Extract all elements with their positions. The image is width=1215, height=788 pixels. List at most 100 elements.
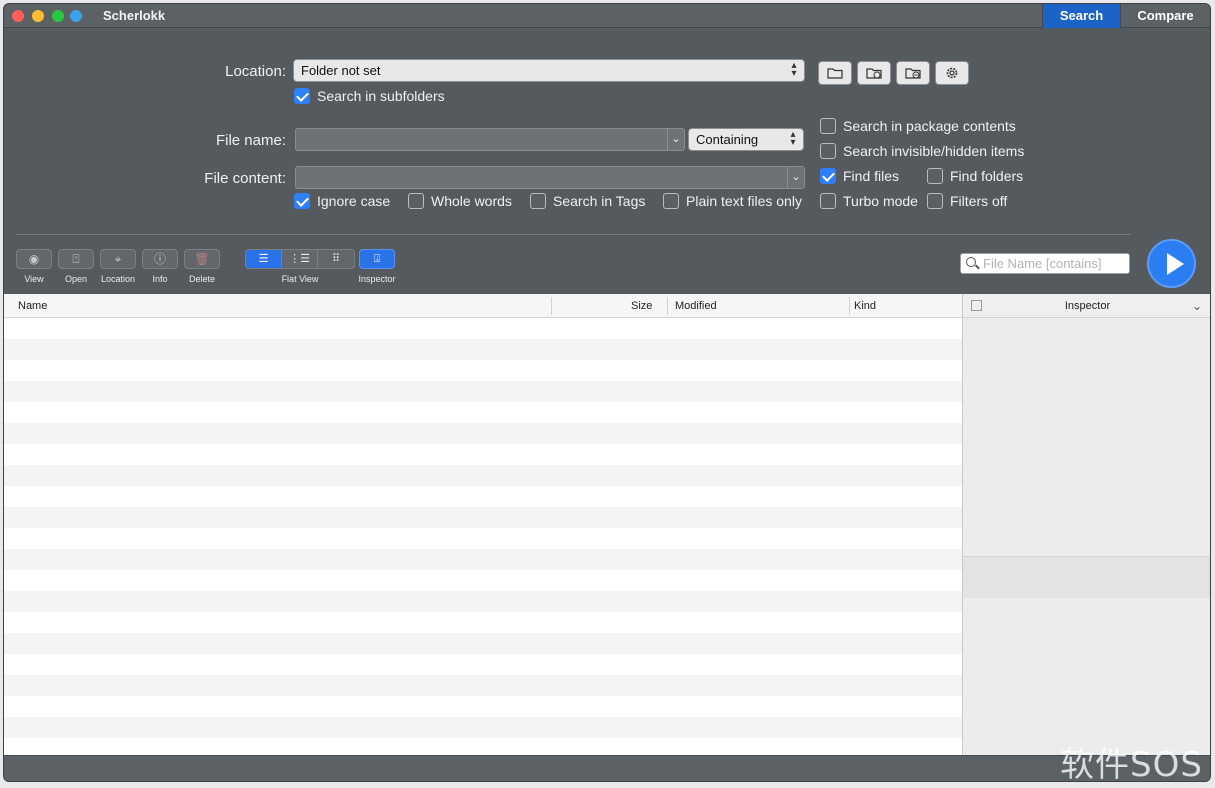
choose-folder-button[interactable]: [818, 61, 852, 85]
table-row: [4, 549, 962, 570]
grid-view-icon[interactable]: ⠿: [318, 250, 354, 268]
table-row: [4, 570, 962, 591]
column-size[interactable]: Size: [631, 294, 652, 318]
checkbox-box: [530, 193, 546, 209]
folder-icon: [827, 68, 843, 79]
minimize-window-button[interactable]: [32, 10, 44, 22]
match-mode-popup[interactable]: Containing ▴ ▾: [688, 128, 804, 151]
table-row: [4, 633, 962, 654]
info-button[interactable]: ⓘ: [142, 249, 178, 269]
column-modified[interactable]: Modified: [675, 294, 717, 318]
file-name-label: File name:: [215, 132, 286, 149]
checkbox-box: [927, 193, 943, 209]
search-in-tags-checkbox[interactable]: Search in Tags: [530, 193, 645, 209]
location-value: Folder not set: [301, 63, 381, 78]
inspector-header: Inspector ⌄: [963, 294, 1210, 318]
filters-off-checkbox[interactable]: Filters off: [927, 193, 1007, 209]
results-body: [4, 318, 962, 755]
checkbox-box: [820, 118, 836, 134]
table-row: [4, 612, 962, 633]
chevron-down-icon[interactable]: ⌄: [1192, 294, 1202, 318]
info-icon: ⓘ: [153, 252, 166, 266]
folder-minus-icon: [905, 68, 921, 79]
filter-placeholder: File Name [contains]: [983, 256, 1102, 271]
view-mode-segment: ☰ ⋮☰ ⠿: [245, 249, 355, 269]
external-link-icon[interactable]: [971, 300, 982, 311]
start-search-button[interactable]: [1147, 239, 1196, 288]
popup-arrows-icon: ▴ ▾: [790, 129, 796, 148]
table-row: [4, 402, 962, 423]
checkbox-box: [820, 193, 836, 209]
gear-icon: [946, 67, 958, 79]
checkbox-box: [294, 88, 310, 104]
table-row: [4, 486, 962, 507]
package-contents-label: Search in package contents: [843, 118, 1016, 134]
table-row: [4, 507, 962, 528]
view-button[interactable]: ◉: [16, 249, 52, 269]
hidden-items-label: Search invisible/hidden items: [843, 143, 1025, 159]
location-button[interactable]: ⌖: [100, 249, 136, 269]
file-content-field[interactable]: ⌄: [295, 166, 805, 189]
search-subfolders-checkbox[interactable]: Search in subfolders: [294, 88, 445, 104]
column-separator[interactable]: [667, 297, 668, 315]
app-title: Scherlokk: [103, 8, 166, 23]
table-row: [4, 381, 962, 402]
inspector-toggle-button[interactable]: ⍗: [359, 249, 395, 269]
crosshair-icon: ⌖: [114, 252, 122, 266]
location-toolbar-label: Location: [100, 274, 136, 284]
checkbox-box: [820, 143, 836, 159]
file-name-field[interactable]: ⌄: [295, 128, 685, 151]
app-window: Scherlokk Search Compare Location: Folde…: [3, 3, 1211, 782]
inspector-toggle-label: Inspector: [358, 274, 396, 284]
plain-text-only-checkbox[interactable]: Plain text files only: [663, 193, 802, 209]
column-kind[interactable]: Kind: [854, 294, 876, 318]
checkbox-box: [663, 193, 679, 209]
hidden-items-checkbox[interactable]: Search invisible/hidden items: [820, 143, 1024, 159]
delete-button[interactable]: 🗑: [184, 249, 220, 269]
folder-clock-icon: [866, 68, 882, 79]
tab-compare[interactable]: Compare: [1120, 4, 1210, 28]
open-button[interactable]: ⍐: [58, 249, 94, 269]
column-name[interactable]: Name: [18, 294, 47, 318]
favorite-folders-button[interactable]: [896, 61, 930, 85]
table-row: [4, 423, 962, 444]
tab-search[interactable]: Search: [1042, 4, 1120, 28]
chevron-down-icon[interactable]: ⌄: [667, 129, 684, 150]
title-bar: Scherlokk Search Compare: [4, 4, 1210, 28]
open-label: Open: [64, 274, 88, 284]
trash-icon: 🗑: [194, 252, 210, 266]
table-row: [4, 360, 962, 381]
list-view-icon[interactable]: ☰: [246, 250, 282, 268]
recent-folders-button[interactable]: [857, 61, 891, 85]
search-icon: [966, 257, 976, 267]
ignore-case-checkbox[interactable]: Ignore case: [294, 193, 390, 209]
inspector-panel: Inspector ⌄: [962, 294, 1210, 755]
extra-window-button[interactable]: [70, 10, 82, 22]
settings-button[interactable]: [935, 61, 969, 85]
maximize-window-button[interactable]: [52, 10, 64, 22]
find-folders-checkbox[interactable]: Find folders: [927, 168, 1023, 184]
mode-tabs: Search Compare: [1042, 4, 1210, 28]
tree-view-icon[interactable]: ⋮☰: [282, 250, 318, 268]
watermark: 软件SOS: [1060, 745, 1203, 785]
column-separator[interactable]: [849, 297, 850, 315]
results-table[interactable]: Name Size Modified Kind: [4, 294, 962, 755]
info-label: Info: [152, 274, 168, 284]
package-contents-checkbox[interactable]: Search in package contents: [820, 118, 1016, 134]
turbo-mode-checkbox[interactable]: Turbo mode: [820, 193, 918, 209]
close-window-button[interactable]: [12, 10, 24, 22]
filter-search-input[interactable]: File Name [contains]: [960, 253, 1130, 274]
whole-words-checkbox[interactable]: Whole words: [408, 193, 512, 209]
divider: [16, 234, 1131, 235]
find-files-checkbox[interactable]: Find files: [820, 168, 899, 184]
location-popup[interactable]: Folder not set ▴ ▾: [293, 59, 805, 82]
table-row: [4, 528, 962, 549]
column-separator[interactable]: [551, 297, 552, 315]
flat-view-label: Flat View: [281, 274, 319, 284]
inspector-section: [963, 556, 1210, 598]
location-label: Location:: [225, 63, 286, 80]
turbo-mode-label: Turbo mode: [843, 193, 918, 209]
popup-arrows-icon: ▴ ▾: [791, 60, 797, 79]
chevron-down-icon[interactable]: ⌄: [787, 167, 804, 188]
checkbox-box: [927, 168, 943, 184]
